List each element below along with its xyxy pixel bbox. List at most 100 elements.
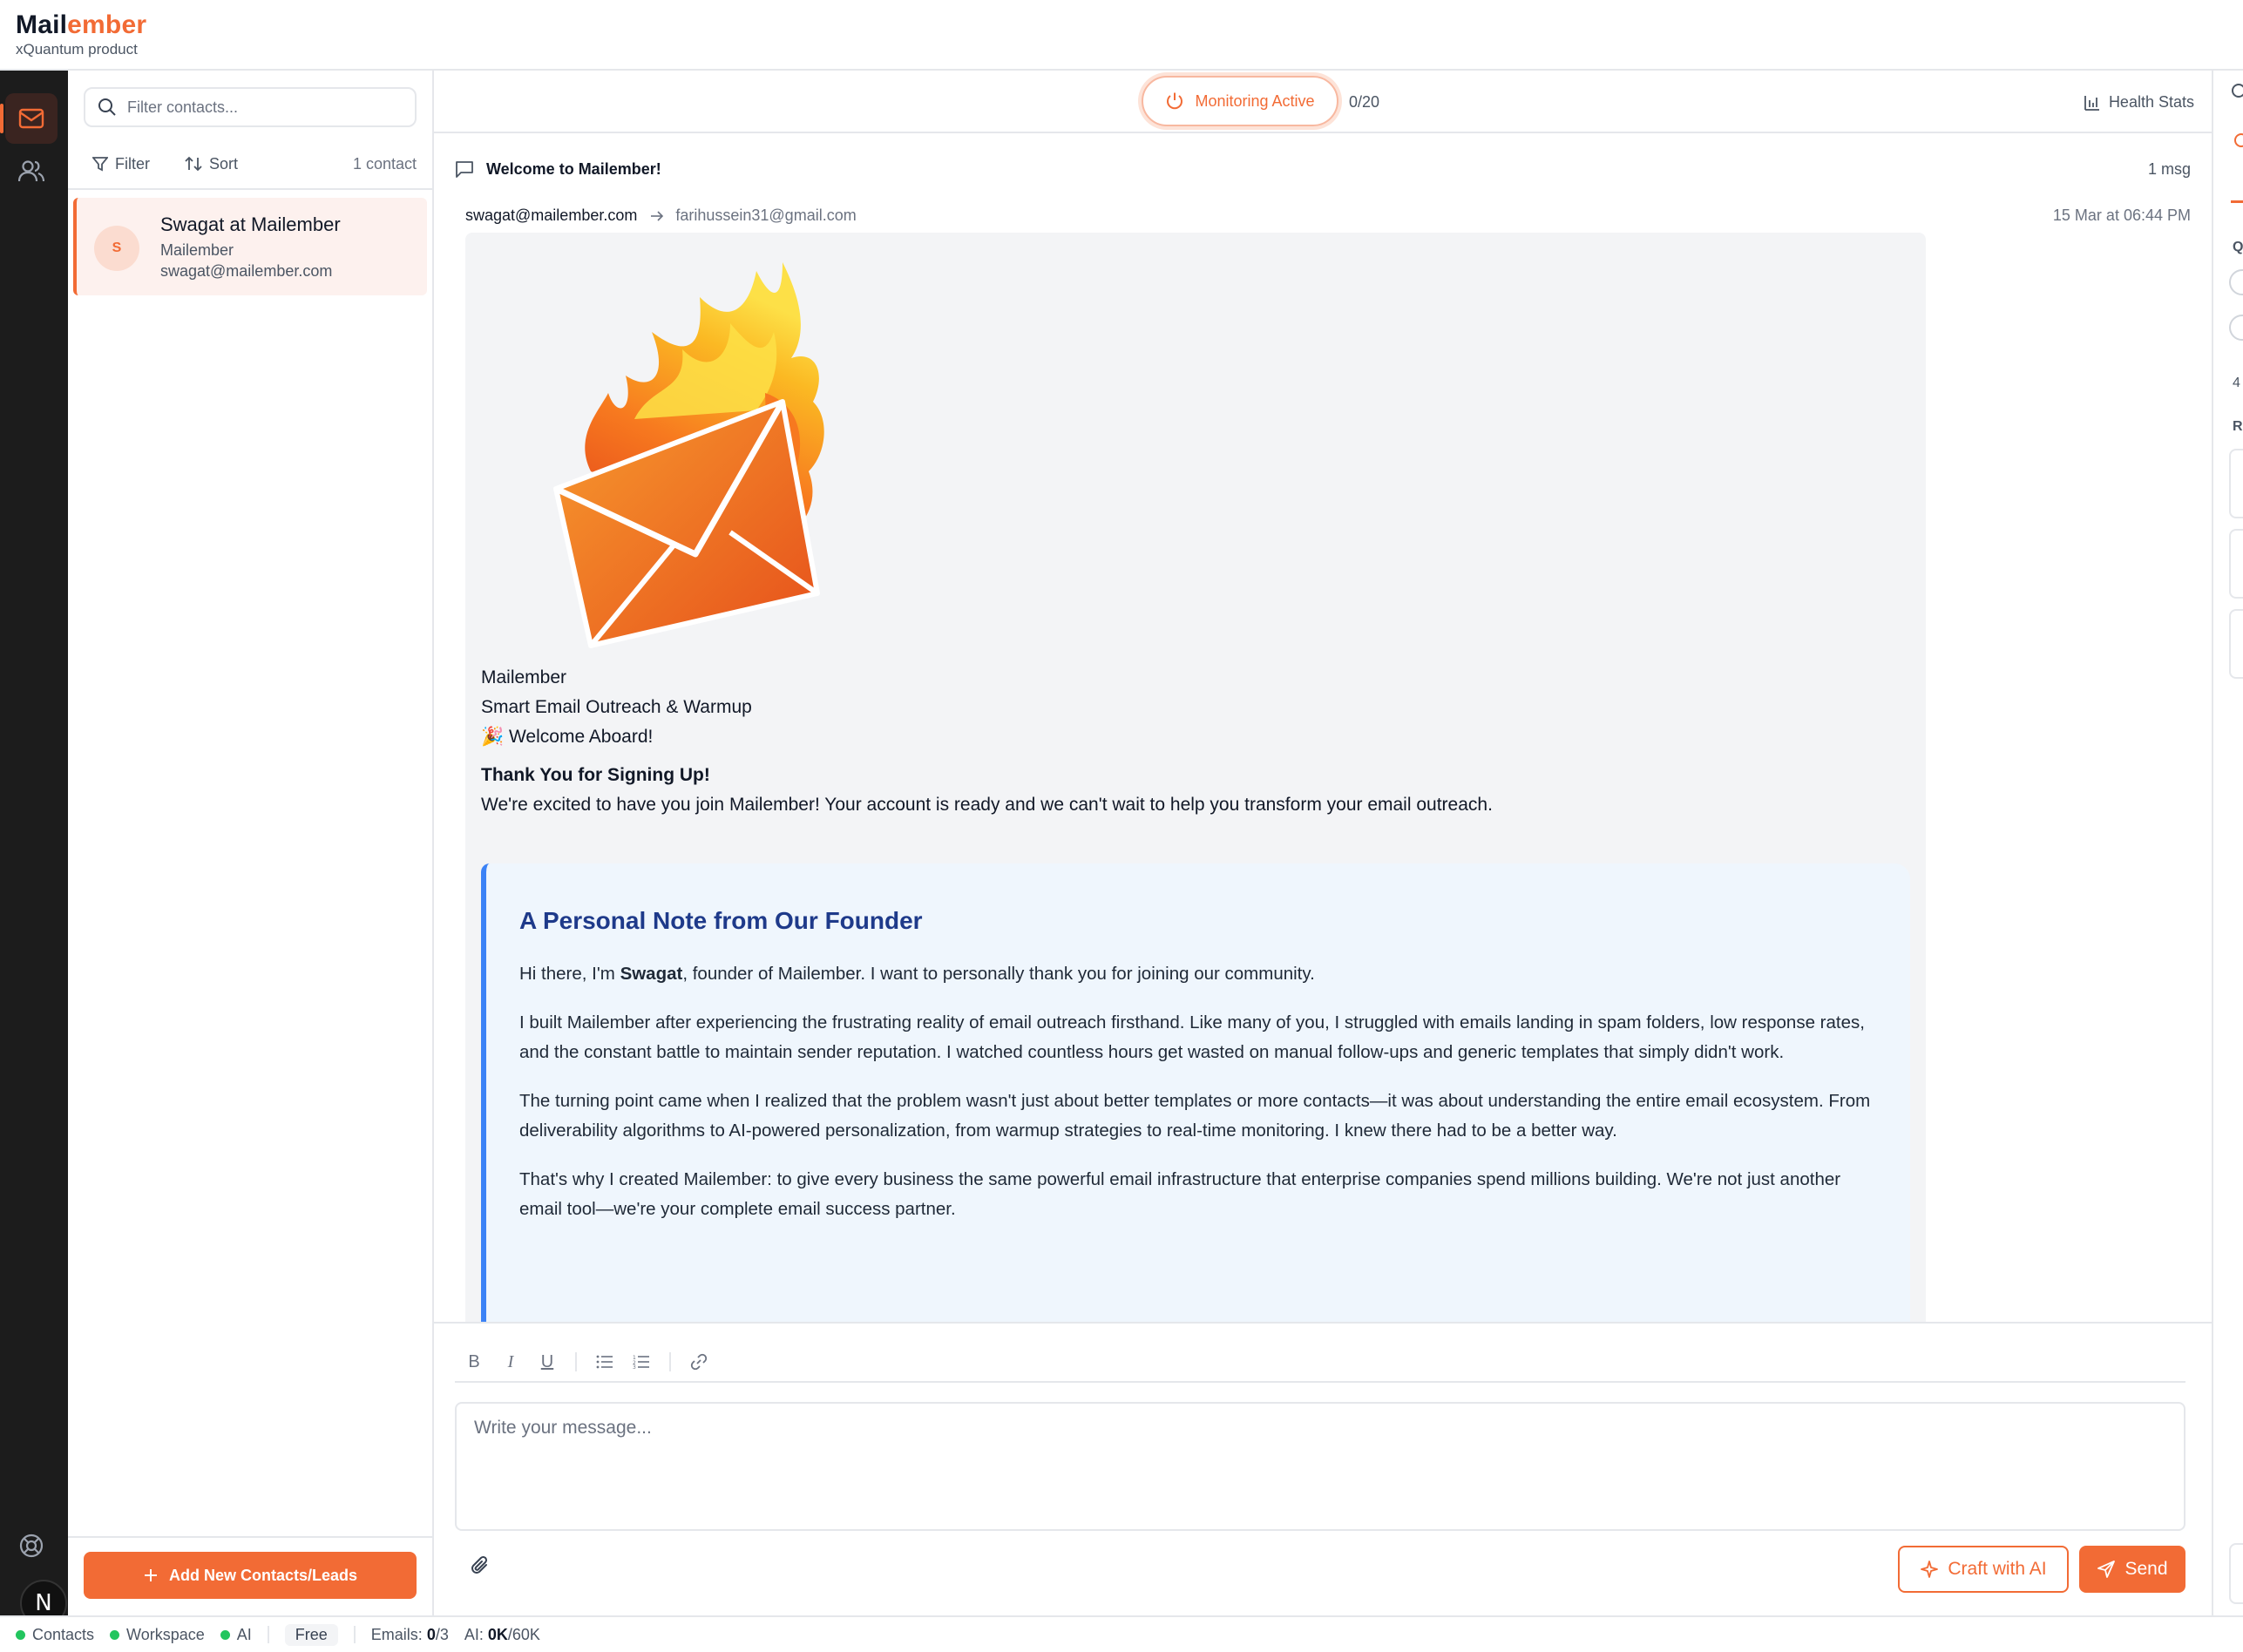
right-panel-card[interactable] xyxy=(2229,449,2243,518)
status-divider xyxy=(267,1626,269,1643)
contact-search xyxy=(84,87,417,127)
activity-icon[interactable] xyxy=(2234,132,2243,149)
svg-text:3: 3 xyxy=(633,1364,636,1369)
plus-icon xyxy=(144,1569,157,1581)
founder-paragraph: Hi there, I'm Swagat, founder of Mailemb… xyxy=(519,959,1877,989)
founder-paragraph: The turning point came when I realized t… xyxy=(519,1091,1871,1141)
paragraph-text: , founder of Mailember. I want to person… xyxy=(682,964,1315,984)
paragraph-text: Hi there, I'm xyxy=(519,964,620,984)
add-contacts-button[interactable]: Add New Contacts/Leads xyxy=(84,1552,417,1599)
brand-logo[interactable]: Mailember xQuantum product xyxy=(16,10,146,58)
link-icon[interactable] xyxy=(690,1353,708,1371)
email-body: Mailember Smart Email Outreach & Warmup … xyxy=(465,233,1926,1322)
thread-subject: Welcome to Mailember! xyxy=(486,159,661,178)
monitoring-toggle[interactable]: Monitoring Active xyxy=(1142,76,1338,126)
contact-search-input[interactable] xyxy=(127,98,389,117)
status-ai: AI xyxy=(220,1626,252,1644)
filter-sort-row: Filter Sort 1 contact xyxy=(92,151,417,177)
toolbar-divider xyxy=(575,1352,577,1371)
health-stats-button[interactable]: Health Stats xyxy=(2084,93,2194,112)
contacts-panel: Filter Sort 1 contact S Swagat at Mailem… xyxy=(68,71,434,1615)
status-bar: Contacts Workspace AI Free Emails: 0/3 A… xyxy=(0,1615,2243,1652)
founder-note: A Personal Note from Our Founder Hi ther… xyxy=(481,863,1910,1322)
message-input[interactable] xyxy=(474,1418,2166,1515)
craft-with-ai-button[interactable]: Craft with AI xyxy=(1898,1546,2069,1593)
email-line-tagline: Smart Email Outreach & Warmup xyxy=(481,697,752,717)
contact-name: Swagat at Mailember xyxy=(160,213,341,235)
right-panel-option[interactable] xyxy=(2229,315,2243,341)
brand-subtitle: xQuantum product xyxy=(16,41,138,58)
status-divider xyxy=(353,1626,356,1643)
right-panel-card[interactable] xyxy=(2229,1543,2243,1604)
contact-email: swagat@mailember.com xyxy=(160,262,333,280)
email-line-welcome: 🎉 Welcome Aboard! xyxy=(481,727,654,747)
contact-company: Mailember xyxy=(160,241,234,259)
emails-used: 0 xyxy=(426,1625,436,1643)
italic-icon[interactable]: I xyxy=(502,1352,519,1372)
left-rail xyxy=(0,71,68,1615)
right-panel-card[interactable] xyxy=(2229,609,2243,679)
rail-mail-button[interactable] xyxy=(0,93,58,144)
bar-chart-icon xyxy=(2084,95,2099,111)
sort-icon xyxy=(185,156,202,172)
health-stats-label: Health Stats xyxy=(2108,93,2194,111)
brand-title: Mailember xyxy=(16,10,146,40)
top-header: Mailember xQuantum product xyxy=(0,0,2243,71)
status-contacts: Contacts xyxy=(16,1626,94,1644)
founder-paragraph: That's why I created Mailember: to give … xyxy=(519,1169,1841,1219)
users-icon xyxy=(18,160,44,182)
emails-usage-label: Emails: xyxy=(370,1625,423,1643)
email-to: farihussein31@gmail.com xyxy=(675,206,857,224)
compose-area: B I U 123 Craft with AI Send xyxy=(434,1322,2212,1615)
attach-button[interactable] xyxy=(469,1554,491,1581)
rail-contacts-button[interactable] xyxy=(5,146,58,196)
contact-count: 1 contact xyxy=(352,154,417,173)
search-icon[interactable] xyxy=(2231,83,2243,102)
craft-with-ai-label: Craft with AI xyxy=(1948,1559,2047,1579)
status-dot xyxy=(220,1629,230,1640)
sort-button[interactable]: Sort xyxy=(185,155,238,173)
right-panel-heading: Q xyxy=(2233,240,2243,254)
contact-avatar: S xyxy=(94,226,139,271)
thread-header: Welcome to Mailember! 1 msg xyxy=(455,156,2191,182)
divider xyxy=(68,1536,434,1538)
message-icon xyxy=(456,161,473,178)
status-ai-label: AI xyxy=(236,1625,252,1643)
founder-note-title: A Personal Note from Our Founder xyxy=(519,907,923,934)
send-button[interactable]: Send xyxy=(2079,1546,2185,1593)
bullet-list-icon[interactable] xyxy=(596,1355,613,1369)
right-panel-heading: R xyxy=(2233,419,2243,434)
send-label: Send xyxy=(2124,1559,2168,1579)
status-dot xyxy=(110,1629,120,1640)
brand-name-part2: ember xyxy=(67,10,147,39)
sparkle-icon xyxy=(1921,1561,1939,1578)
filter-icon xyxy=(92,157,108,172)
rail-help-button[interactable] xyxy=(5,1520,58,1571)
power-icon xyxy=(1167,92,1183,110)
message-field xyxy=(455,1402,2185,1531)
toolbar-divider xyxy=(669,1352,671,1371)
bold-icon[interactable]: B xyxy=(465,1352,483,1372)
email-heading: Thank You for Signing Up! xyxy=(481,765,710,785)
help-lifebuoy-icon xyxy=(19,1534,44,1558)
right-panel-card[interactable] xyxy=(2229,529,2243,599)
monitoring-label: Monitoring Active xyxy=(1195,91,1315,110)
ai-usage-label: AI: xyxy=(464,1625,484,1643)
sort-label: Sort xyxy=(209,154,239,173)
underline-icon[interactable]: U xyxy=(539,1352,556,1372)
right-panel-option[interactable] xyxy=(2229,269,2243,295)
status-contacts-label: Contacts xyxy=(32,1625,95,1643)
mail-icon xyxy=(18,108,44,129)
emails-usage: Emails: 0/3 xyxy=(371,1626,449,1644)
filter-button[interactable]: Filter xyxy=(92,155,150,173)
status-workspace-label: Workspace xyxy=(126,1625,205,1643)
right-panel-tab[interactable] xyxy=(2231,179,2243,203)
divider xyxy=(68,188,434,190)
send-icon xyxy=(2097,1561,2116,1578)
email-intro: We're excited to have you join Mailember… xyxy=(481,795,1493,815)
email-date: 15 Mar at 06:44 PM xyxy=(2052,206,2191,224)
search-icon xyxy=(98,98,116,116)
contact-list-item[interactable]: S Swagat at Mailember Mailember swagat@m… xyxy=(73,198,427,295)
right-panel-number: 4 xyxy=(2233,376,2240,390)
numbered-list-icon[interactable]: 123 xyxy=(633,1355,650,1369)
